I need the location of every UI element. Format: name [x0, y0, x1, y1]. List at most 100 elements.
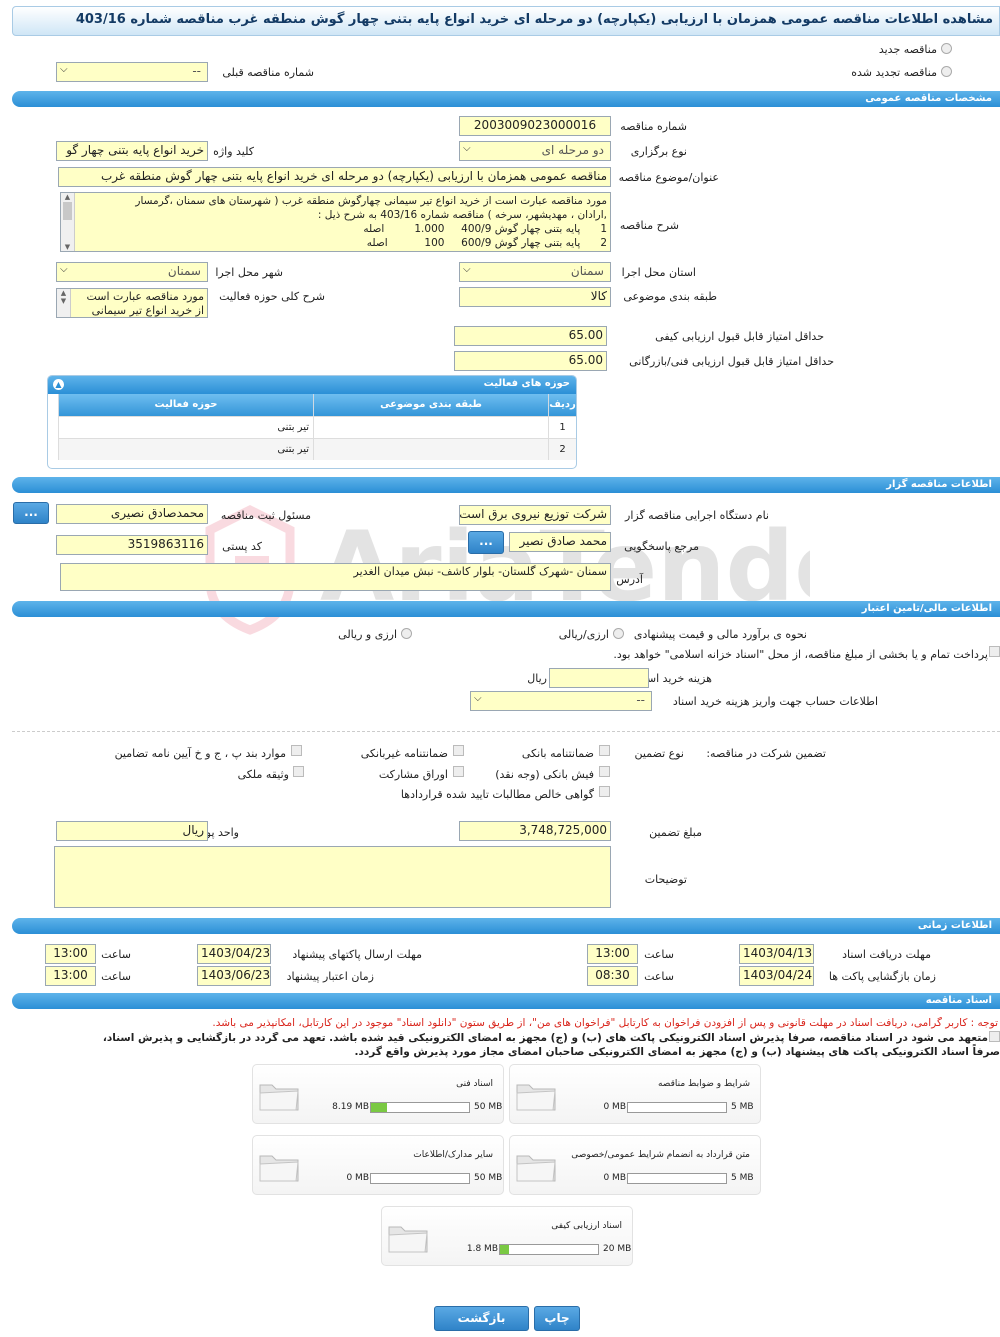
- bank-receipt-checkbox[interactable]: [599, 766, 610, 777]
- description-label: شرح مناقصه: [619, 219, 679, 232]
- bank-guarantee-label: ضمانتنامه بانکی: [521, 747, 594, 760]
- regulation-checkbox[interactable]: [291, 745, 302, 756]
- city-select[interactable]: ⌵ سمنان: [56, 262, 208, 282]
- document-card-max: 5 MB: [731, 1173, 754, 1183]
- document-card-title: اسناد ارزیابی کیفی: [551, 1221, 622, 1231]
- chevron-down-icon: ⌵: [463, 143, 471, 154]
- activity-table: حوزه های فعالیت ▲ ردیف طبقه بندی موضوعی …: [47, 375, 577, 469]
- folder-icon: [259, 1084, 299, 1111]
- currency-unit-field: ریال: [56, 821, 208, 841]
- folder-icon: [259, 1155, 299, 1182]
- renewed-tender-radio[interactable]: [941, 66, 952, 77]
- tender-number-field: 2003009023000016: [459, 116, 611, 136]
- chevron-down-icon: ⌵: [60, 264, 68, 275]
- province-select[interactable]: ⌵ سمنان: [459, 262, 611, 282]
- account-label: اطلاعات حساب جهت واریز هزینه خرید اسناد: [672, 695, 878, 708]
- claims-label: گواهی خالص مطالبات تایید شده قراردادها: [400, 788, 594, 801]
- document-card-size: 0 MB: [603, 1173, 626, 1183]
- document-card[interactable]: اسناد فنی 8.19 MB 50 MB: [252, 1064, 504, 1124]
- type-select[interactable]: ⌵ دو مرحله ای: [459, 141, 611, 161]
- guarantee-title: تضمین شرکت در مناقصه:: [706, 747, 826, 760]
- scrollbar[interactable]: ▲ ▼: [57, 289, 71, 317]
- document-card-size: 0 MB: [603, 1102, 626, 1112]
- guarantee-type-label: نوع تضمین: [634, 747, 684, 760]
- new-tender-radio[interactable]: [941, 43, 952, 54]
- chevron-down-icon: ⌵: [463, 264, 471, 275]
- doc-receive-label: مهلت دریافت اسناد: [842, 948, 931, 961]
- table-cell: 2: [548, 438, 576, 460]
- opening-label: زمان بازگشایی پاکت ها: [828, 970, 936, 983]
- non-bank-checkbox[interactable]: [453, 745, 464, 756]
- bonds-checkbox[interactable]: [453, 766, 464, 777]
- registrar-more-button[interactable]: ...: [13, 502, 49, 524]
- description-textarea[interactable]: ▲ ▼ مورد مناقصه عبارت است از خرید انواع …: [60, 192, 611, 252]
- new-tender-label: مناقصه جدید: [878, 43, 937, 56]
- bank-guarantee-checkbox[interactable]: [599, 745, 610, 756]
- time-label: ساعت: [644, 948, 674, 961]
- doc-receive-time: 13:00: [587, 944, 638, 964]
- print-button[interactable]: چاپ: [534, 1306, 580, 1331]
- scrollbar[interactable]: ▲ ▼: [61, 193, 75, 251]
- document-card-title: متن قرارداد به انضمام شرایط عمومی/خصوصی: [571, 1150, 750, 1160]
- min-quality-label: حداقل امتیاز قابل قبول ارزیابی کیفی: [655, 330, 824, 343]
- rial-currency-radio[interactable]: [613, 628, 624, 639]
- validity-date: 1403/06/23: [197, 966, 271, 986]
- regulation-label: موارد بند پ ، ج و خ آیین نامه تضامین: [114, 747, 286, 760]
- currency-and-rial-radio[interactable]: [401, 628, 412, 639]
- currency-and-rial-label: ارزی و ریالی: [338, 628, 397, 641]
- doc-cost-unit: ریال: [527, 672, 547, 685]
- notes-label: توضیحات: [644, 873, 687, 886]
- back-button[interactable]: بازگشت: [434, 1306, 529, 1331]
- address-field: سمنان -شهرک گلستان- بلوار کاشف- نبش میدا…: [60, 563, 611, 591]
- document-card-max: 50 MB: [474, 1102, 503, 1112]
- document-card[interactable]: متن قرارداد به انضمام شرایط عمومی/خصوصی …: [509, 1135, 761, 1195]
- org-field: شرکت توزیع نیروی برق است: [459, 505, 611, 525]
- send-deadline-date: 1403/04/23: [197, 944, 271, 964]
- section-general: مشخصات مناقصه عمومی: [12, 91, 1000, 107]
- bonds-label: اوراق مشارکت: [378, 768, 448, 781]
- subject-field: مناقصه عمومی همزمان با ارزیابی (یکپارچه)…: [58, 167, 611, 187]
- document-card[interactable]: اسناد ارزیابی کیفی 1.8 MB 20 MB: [381, 1206, 633, 1266]
- document-card-max: 5 MB: [731, 1102, 754, 1112]
- bank-receipt-label: فیش بانکی (وجه نقد): [495, 768, 594, 781]
- section-financial: اطلاعات مالی/تامین اعتبار: [12, 601, 1000, 617]
- commit-checkbox[interactable]: [989, 1031, 1000, 1042]
- description-line: ,ارادان ، مهدیشهر، سرخه ) مناقصه شماره 4…: [317, 209, 607, 221]
- chevron-down-icon: ⌵: [474, 693, 482, 704]
- min-quality-field: 65.00: [454, 326, 607, 346]
- upload-progress-bar: [627, 1102, 727, 1113]
- document-card-max: 20 MB: [603, 1244, 632, 1254]
- send-deadline-label: مهلت ارسال پاکتهای پیشنهاد: [292, 948, 422, 961]
- table-cell: تیر بتنی: [58, 416, 313, 438]
- prev-tender-select[interactable]: ⌵ --: [56, 62, 208, 82]
- document-card-title: اسناد فنی: [456, 1079, 493, 1089]
- rial-currency-label: ارزی/ریالی: [558, 628, 609, 641]
- validity-label: زمان اعتبار پیشنهاد: [286, 970, 374, 983]
- document-card-title: سایر مدارک/اطلاعات: [413, 1150, 493, 1160]
- property-checkbox[interactable]: [293, 766, 304, 777]
- document-card[interactable]: سایر مدارک/اطلاعات 0 MB 50 MB: [252, 1135, 504, 1195]
- document-card-max: 50 MB: [474, 1173, 503, 1183]
- documents-notice: توجه : کاربر گرامی، دریافت اسناد در مهلت…: [212, 1017, 998, 1029]
- tender-number-label: شماره مناقصه: [620, 120, 687, 133]
- claims-checkbox[interactable]: [599, 786, 610, 797]
- account-select[interactable]: ⌵ --: [470, 691, 652, 711]
- keyword-label: کلید واژه: [213, 145, 254, 158]
- column-header: حوزه فعالیت: [58, 394, 313, 416]
- treasury-checkbox[interactable]: [989, 646, 1000, 657]
- scope-textarea[interactable]: ▲ ▼ مورد مناقصه عبارت است از خرید انواع ت…: [56, 288, 208, 318]
- document-card[interactable]: شرایط و ضوابط مناقصه 0 MB 5 MB: [509, 1064, 761, 1124]
- registrar-field: محمدصادق نصیری: [56, 504, 208, 524]
- section-timing: اطلاعات زمانی: [12, 918, 1000, 934]
- folder-icon: [388, 1226, 428, 1253]
- ref-more-button[interactable]: ...: [468, 531, 504, 554]
- collapse-icon[interactable]: ▲: [53, 379, 64, 390]
- upload-progress-bar: [370, 1173, 470, 1184]
- divider: [12, 731, 1000, 732]
- estimate-label: نحوه ی برآورد مالی و قیمت پیشنهادی: [633, 628, 807, 641]
- ref-field: محمد صادق نصیر: [509, 532, 611, 552]
- upload-progress-bar: [499, 1244, 599, 1255]
- city-label: شهر محل اجرا: [215, 266, 283, 279]
- folder-icon: [516, 1084, 556, 1111]
- category-field: کالا: [459, 287, 611, 307]
